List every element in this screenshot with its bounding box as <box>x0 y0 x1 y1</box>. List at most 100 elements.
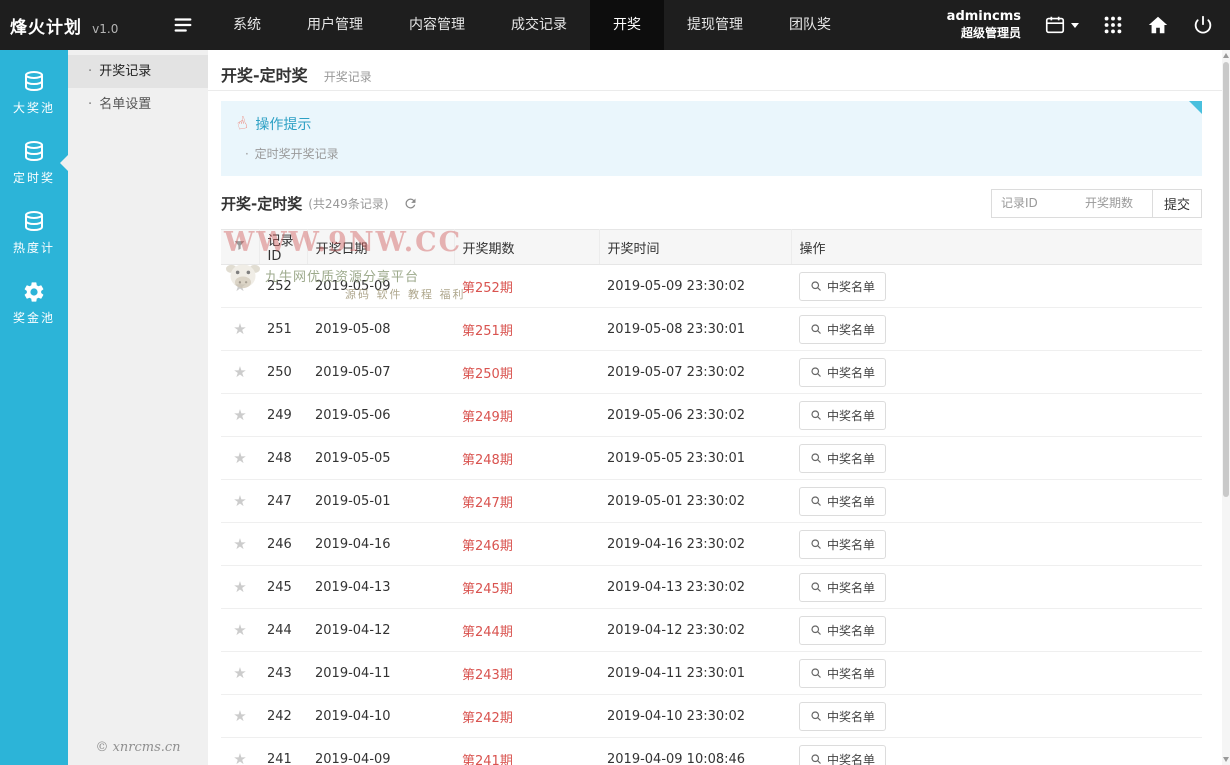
winners-button-label: 中奖名单 <box>827 407 875 424</box>
topbar-right: admincms 超级管理员 <box>947 9 1230 40</box>
submit-button[interactable]: 提交 <box>1152 190 1201 217</box>
star-icon[interactable]: ★ <box>233 578 246 596</box>
winners-button[interactable]: 中奖名单 <box>799 616 886 645</box>
magnifier-icon <box>810 409 822 421</box>
col-header-draw-time: 开奖时间 <box>599 230 791 265</box>
period-link[interactable]: 第249期 <box>462 410 513 425</box>
winners-button[interactable]: 中奖名单 <box>799 702 886 731</box>
favorite-cell: ★ <box>221 394 259 437</box>
nav-item-4[interactable]: 成交记录 <box>488 0 590 50</box>
magnifier-icon <box>810 753 822 765</box>
module-item-1[interactable]: 大奖池 <box>0 58 68 128</box>
col-header-favorite <box>221 230 259 265</box>
app-title: 烽火计划 <box>10 18 82 38</box>
scrollbar-thumb[interactable] <box>1223 62 1229 497</box>
period-link[interactable]: 第250期 <box>462 367 513 382</box>
submenu-item-2[interactable]: 名单设置 <box>68 88 208 121</box>
period-link[interactable]: 第246期 <box>462 539 513 554</box>
draw-time-cell: 2019-04-12 23:30:02 <box>599 609 791 652</box>
period-link[interactable]: 第252期 <box>462 281 513 296</box>
winners-button[interactable]: 中奖名单 <box>799 530 886 559</box>
winners-button-label: 中奖名单 <box>827 751 875 765</box>
vertical-scrollbar[interactable] <box>1222 50 1230 765</box>
star-icon[interactable]: ★ <box>233 664 246 682</box>
refresh-icon[interactable] <box>403 196 418 211</box>
actions-cell: 中奖名单 <box>791 265 1202 308</box>
winners-button[interactable]: 中奖名单 <box>799 272 886 301</box>
period-input[interactable] <box>1076 190 1152 217</box>
star-icon[interactable]: ★ <box>233 750 246 765</box>
nav-item-6[interactable]: 提现管理 <box>664 0 766 50</box>
star-icon[interactable]: ★ <box>233 406 246 424</box>
favorite-cell: ★ <box>221 695 259 738</box>
actions-cell: 中奖名单 <box>791 523 1202 566</box>
nav-item-1[interactable]: 系统 <box>210 0 284 50</box>
table-header-row: 记录ID 开奖日期 开奖期数 开奖时间 操作 <box>221 230 1202 265</box>
star-icon[interactable]: ★ <box>233 363 246 381</box>
user-info[interactable]: admincms 超级管理员 <box>947 9 1021 40</box>
period-link[interactable]: 第251期 <box>462 324 513 339</box>
winners-button[interactable]: 中奖名单 <box>799 444 886 473</box>
draw-time-cell: 2019-04-09 10:08:46 <box>599 738 791 765</box>
winners-button[interactable]: 中奖名单 <box>799 745 886 765</box>
draw-time-cell: 2019-04-16 23:30:02 <box>599 523 791 566</box>
magnifier-icon <box>810 323 822 335</box>
search-bar: 提交 <box>991 189 1202 218</box>
module-item-3[interactable]: 热度计 <box>0 198 68 268</box>
star-icon[interactable]: ★ <box>233 621 246 639</box>
star-icon[interactable]: ★ <box>233 320 246 338</box>
actions-cell: 中奖名单 <box>791 738 1202 765</box>
submenu-item-1[interactable]: 开奖记录 <box>68 55 208 88</box>
page-header: 开奖-定时奖 开奖记录 <box>208 50 1222 91</box>
scroll-down-icon[interactable] <box>1223 757 1229 762</box>
winners-button[interactable]: 中奖名单 <box>799 358 886 387</box>
magnifier-icon <box>810 624 822 636</box>
winners-button-label: 中奖名单 <box>827 665 875 682</box>
period-link[interactable]: 第245期 <box>462 582 513 597</box>
winners-button[interactable]: 中奖名单 <box>799 487 886 516</box>
apps-grid-icon[interactable] <box>1102 14 1124 36</box>
filter-icon[interactable] <box>233 239 246 252</box>
favorite-cell: ★ <box>221 308 259 351</box>
app-version: v1.0 <box>92 22 118 36</box>
winners-button[interactable]: 中奖名单 <box>799 401 886 430</box>
nav-item-7[interactable]: 团队奖 <box>766 0 854 50</box>
winners-button[interactable]: 中奖名单 <box>799 573 886 602</box>
winners-button[interactable]: 中奖名单 <box>799 659 886 688</box>
period-link[interactable]: 第244期 <box>462 625 513 640</box>
favorite-cell: ★ <box>221 652 259 695</box>
fold-corner-icon <box>1189 101 1202 114</box>
period-link[interactable]: 第243期 <box>462 668 513 683</box>
power-icon[interactable] <box>1192 14 1214 36</box>
magnifier-icon <box>810 366 822 378</box>
profile-menu[interactable] <box>1044 14 1079 36</box>
module-item-2[interactable]: 定时奖 <box>0 128 68 198</box>
nav-item-5[interactable]: 开奖 <box>590 0 664 50</box>
period-link[interactable]: 第248期 <box>462 453 513 468</box>
star-icon[interactable]: ★ <box>233 707 246 725</box>
nav-item-3[interactable]: 内容管理 <box>386 0 488 50</box>
period-link[interactable]: 第241期 <box>462 754 513 765</box>
winners-button[interactable]: 中奖名单 <box>799 315 886 344</box>
record-id-input[interactable] <box>992 190 1076 217</box>
period-link[interactable]: 第242期 <box>462 711 513 726</box>
module-label: 奖金池 <box>0 309 68 326</box>
home-icon[interactable] <box>1147 14 1169 36</box>
module-label: 热度计 <box>0 239 68 256</box>
star-icon[interactable]: ★ <box>233 492 246 510</box>
draw-date-cell: 2019-04-11 <box>307 652 454 695</box>
star-icon[interactable]: ★ <box>233 277 246 295</box>
main-content: 开奖-定时奖 开奖记录 ☝ 操作提示 定时奖开奖记录 开奖-定时奖 (共249条… <box>208 50 1222 765</box>
list-title: 开奖-定时奖 <box>221 193 302 214</box>
module-item-4[interactable]: 奖金池 <box>0 268 68 338</box>
scroll-up-icon[interactable] <box>1223 53 1229 58</box>
period-link[interactable]: 第247期 <box>462 496 513 511</box>
hamburger-icon[interactable] <box>172 14 194 36</box>
actions-cell: 中奖名单 <box>791 308 1202 351</box>
draw-time-cell: 2019-05-05 23:30:01 <box>599 437 791 480</box>
star-icon[interactable]: ★ <box>233 449 246 467</box>
draw-date-cell: 2019-04-16 <box>307 523 454 566</box>
star-icon[interactable]: ★ <box>233 535 246 553</box>
nav-item-2[interactable]: 用户管理 <box>284 0 386 50</box>
active-notch <box>60 155 68 171</box>
